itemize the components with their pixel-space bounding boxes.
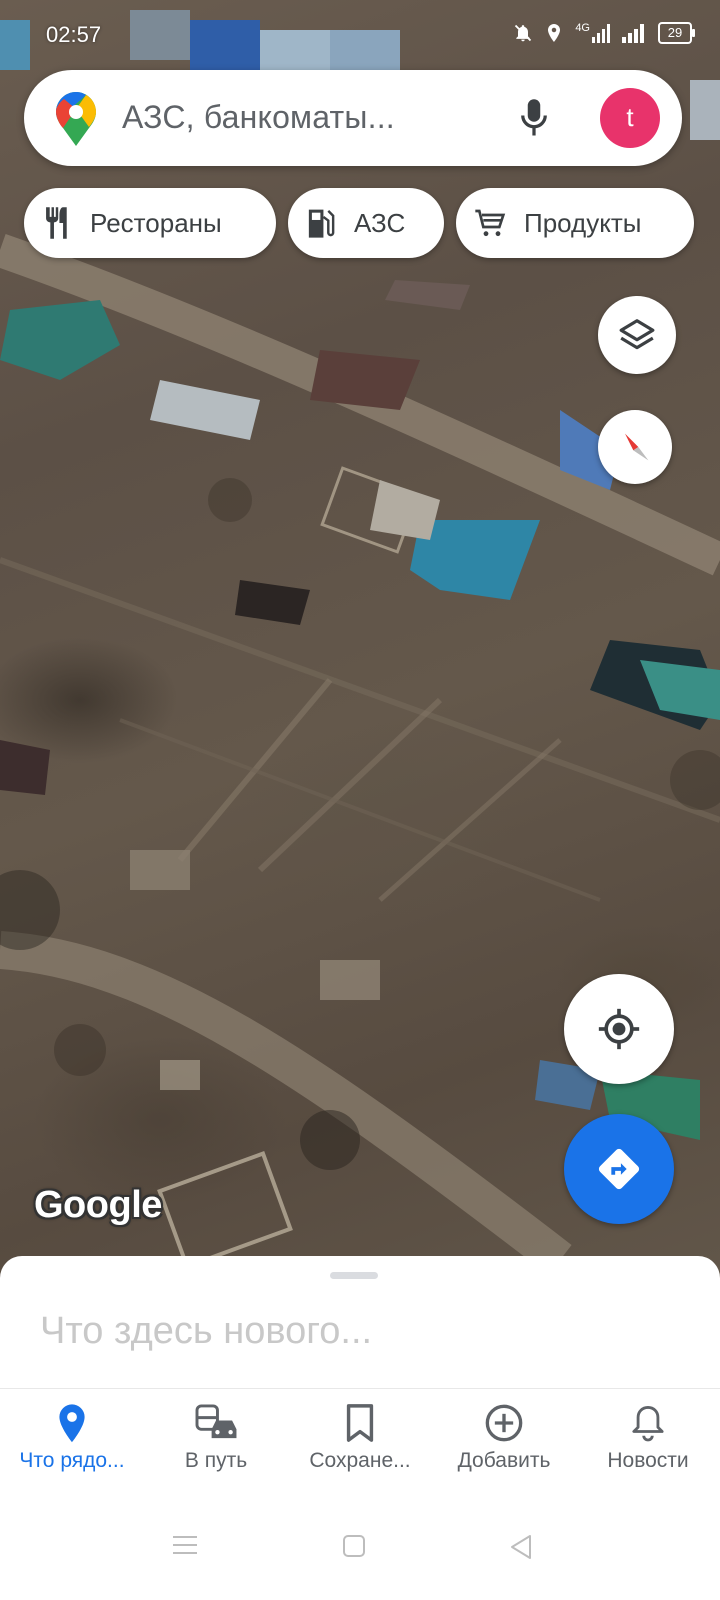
explore-bottom-sheet[interactable]: Что здесь нового...	[0, 1256, 720, 1390]
status-icons: 4G 29	[513, 22, 695, 44]
network-type: 4G	[575, 22, 590, 34]
directions-icon	[598, 1148, 640, 1190]
bookmark-icon	[346, 1404, 374, 1442]
battery-icon: 29	[658, 22, 695, 44]
commute-icon	[195, 1404, 237, 1439]
bell-icon	[632, 1406, 664, 1442]
compass-button[interactable]	[598, 410, 672, 484]
chip-label: Рестораны	[90, 207, 222, 238]
signal-4g-icon: 4G	[575, 23, 610, 43]
recent-apps-icon[interactable]	[172, 1534, 198, 1561]
nav-saved[interactable]: Сохране...	[288, 1389, 432, 1501]
location-status-icon	[545, 22, 563, 44]
compass-icon	[625, 433, 649, 461]
bottom-navigation: Что рядо... В путь Сохране... Добавить Н…	[0, 1388, 720, 1501]
signal-strength-icon	[622, 23, 646, 43]
chip-gas-stations[interactable]: АЗС	[288, 188, 444, 258]
layers-button[interactable]	[598, 296, 676, 374]
chip-label: АЗС	[354, 207, 406, 238]
avatar[interactable]: t	[600, 88, 660, 148]
nav-explore[interactable]: Что рядо...	[0, 1389, 144, 1501]
layers-icon	[619, 319, 655, 350]
nav-label: Добавить	[457, 1449, 551, 1472]
mic-icon[interactable]	[519, 98, 549, 143]
gas-station-icon	[308, 209, 335, 238]
drag-handle[interactable]	[330, 1272, 378, 1279]
add-circle-icon	[485, 1404, 523, 1442]
nav-updates[interactable]: Новости	[576, 1389, 720, 1501]
my-location-button[interactable]	[564, 974, 674, 1084]
my-location-icon	[598, 1008, 640, 1050]
sheet-title: Что здесь нового...	[40, 1310, 373, 1352]
status-bar: 02:57 4G 29	[0, 0, 720, 70]
google-maps-logo-icon	[56, 92, 96, 151]
mute-bell-icon	[513, 23, 533, 43]
nav-label: Новости	[607, 1449, 689, 1472]
google-attribution: Google	[34, 1184, 162, 1226]
directions-button[interactable]	[564, 1114, 674, 1224]
nav-contribute[interactable]: Добавить	[432, 1389, 576, 1501]
status-time: 02:57	[46, 22, 102, 47]
back-icon[interactable]	[508, 1534, 534, 1565]
nav-label: В путь	[184, 1449, 248, 1472]
chip-groceries[interactable]: Продукты	[456, 188, 694, 258]
chip-restaurants[interactable]: Рестораны	[24, 188, 276, 258]
place-pin-icon	[59, 1404, 85, 1443]
system-navigation-bar	[0, 1500, 720, 1600]
nav-commute[interactable]: В путь	[144, 1389, 288, 1501]
chip-label: Продукты	[524, 207, 642, 238]
nav-label: Сохране...	[309, 1449, 411, 1472]
shopping-cart-icon	[475, 209, 506, 237]
nav-label: Что рядо...	[19, 1449, 125, 1472]
home-icon[interactable]	[342, 1534, 366, 1563]
search-bar[interactable]: АЗС, банкоматы... t	[24, 70, 682, 166]
search-input[interactable]: АЗС, банкоматы...	[122, 99, 395, 136]
fork-knife-icon	[46, 207, 67, 239]
